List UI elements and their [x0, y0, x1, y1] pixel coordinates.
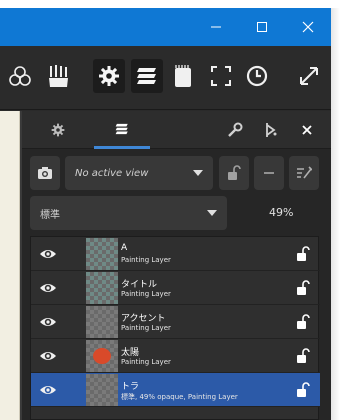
unlock-icon[interactable] [296, 246, 310, 262]
gear-icon [51, 123, 65, 137]
scratchpad-icon [175, 65, 191, 87]
expand-button[interactable] [293, 59, 325, 93]
gear-icon [99, 66, 119, 86]
main-toolbar [0, 46, 331, 110]
eye-icon[interactable] [39, 314, 57, 328]
close-icon [302, 125, 312, 135]
panel-wrench-button[interactable] [222, 111, 248, 149]
panel-tab-bar [22, 111, 331, 149]
layer-type: Painting Layer [121, 358, 171, 366]
layer-type: Painting Layer [121, 256, 171, 264]
layer-row[interactable]: タイトル Painting Layer [31, 271, 320, 305]
view-select[interactable]: No active view [65, 156, 213, 190]
crop-frame-button[interactable] [205, 59, 237, 93]
layer-name: トラ [121, 382, 140, 392]
unlock-icon[interactable] [296, 314, 310, 330]
panel-pin-button[interactable] [259, 111, 283, 149]
layer-thumbnail [86, 272, 118, 304]
expand-icon [300, 67, 318, 85]
window-shadow [331, 8, 340, 420]
layer-thumbnail [86, 374, 118, 406]
colors-icon [9, 66, 31, 86]
blend-mode-value: 標準 [40, 209, 60, 221]
minus-icon [264, 172, 274, 174]
layer-type: Painting Layer [121, 324, 171, 332]
layer-name: タイトル [121, 280, 158, 290]
blend-mode-select[interactable]: 標準 [30, 196, 227, 230]
brushes-button[interactable] [42, 59, 74, 93]
close-window-button[interactable] [285, 8, 331, 46]
layer-type: Painting Layer [121, 290, 171, 298]
panel-close-button[interactable] [295, 111, 319, 149]
chevron-down-icon [193, 170, 203, 176]
edit-icon [297, 166, 312, 179]
unlock-icon[interactable] [296, 348, 310, 364]
layer-thumbnail [86, 306, 118, 338]
camera-icon [38, 167, 52, 179]
remove-view-button[interactable] [254, 156, 284, 190]
eye-icon[interactable] [39, 382, 57, 396]
history-clock-icon [246, 65, 268, 87]
unlock-icon[interactable] [296, 382, 310, 398]
title-bar [0, 8, 331, 46]
sun-thumbnail-mark [93, 348, 111, 364]
layer-row[interactable]: アクセント Painting Layer [31, 305, 320, 339]
wrench-icon [228, 122, 243, 137]
layer-thumbnail [86, 238, 118, 270]
tab-layers[interactable] [94, 111, 150, 149]
layer-row[interactable]: トラ 標準, 49% opaque, Painting Layer [31, 373, 320, 407]
scratchpad-button[interactable] [167, 59, 199, 93]
layer-row[interactable]: A Painting Layer [31, 237, 320, 271]
camera-button[interactable] [30, 156, 60, 190]
minimize-button[interactable] [193, 8, 239, 46]
maximize-icon [257, 22, 267, 32]
unlock-icon [228, 165, 241, 180]
brushes-icon [49, 65, 68, 87]
unlock-icon[interactable] [296, 280, 310, 296]
eye-icon[interactable] [39, 280, 57, 294]
app-window: No active view 標準 49% A Painting Layer タイト… [0, 8, 331, 420]
canvas-area[interactable] [0, 111, 20, 420]
eye-icon[interactable] [39, 348, 57, 362]
layer-name: アクセント [121, 314, 166, 324]
pin-icon [266, 123, 277, 137]
view-lock-button[interactable] [219, 156, 249, 190]
layer-type: 標準, 49% opaque, Painting Layer [121, 393, 238, 401]
layer-thumbnail [86, 340, 118, 372]
layers-toolbar-button[interactable] [131, 59, 163, 93]
layers-panel: No active view 標準 49% A Painting Layer タイト… [22, 111, 331, 420]
eye-icon[interactable] [39, 246, 57, 260]
minimize-icon [211, 26, 221, 28]
maximize-button[interactable] [239, 8, 285, 46]
layer-row[interactable]: 太陽 Painting Layer [31, 339, 320, 373]
settings-toolbar-button[interactable] [93, 59, 125, 93]
close-icon [302, 21, 314, 33]
chevron-down-icon [207, 210, 217, 216]
colors-button[interactable] [4, 59, 36, 93]
tab-settings[interactable] [22, 111, 94, 149]
layers-icon [137, 68, 156, 84]
history-button[interactable] [241, 59, 273, 93]
layer-list: A Painting Layer タイトル Painting Layer アクセント Pa… [30, 236, 320, 420]
edit-view-button[interactable] [289, 156, 319, 190]
view-select-value: No active view [75, 167, 149, 179]
crop-frame-icon [211, 66, 231, 86]
layers-icon [115, 123, 128, 134]
layer-name: 太陽 [121, 348, 140, 358]
opacity-value[interactable]: 49% [269, 206, 293, 219]
layer-name: A [121, 243, 128, 253]
